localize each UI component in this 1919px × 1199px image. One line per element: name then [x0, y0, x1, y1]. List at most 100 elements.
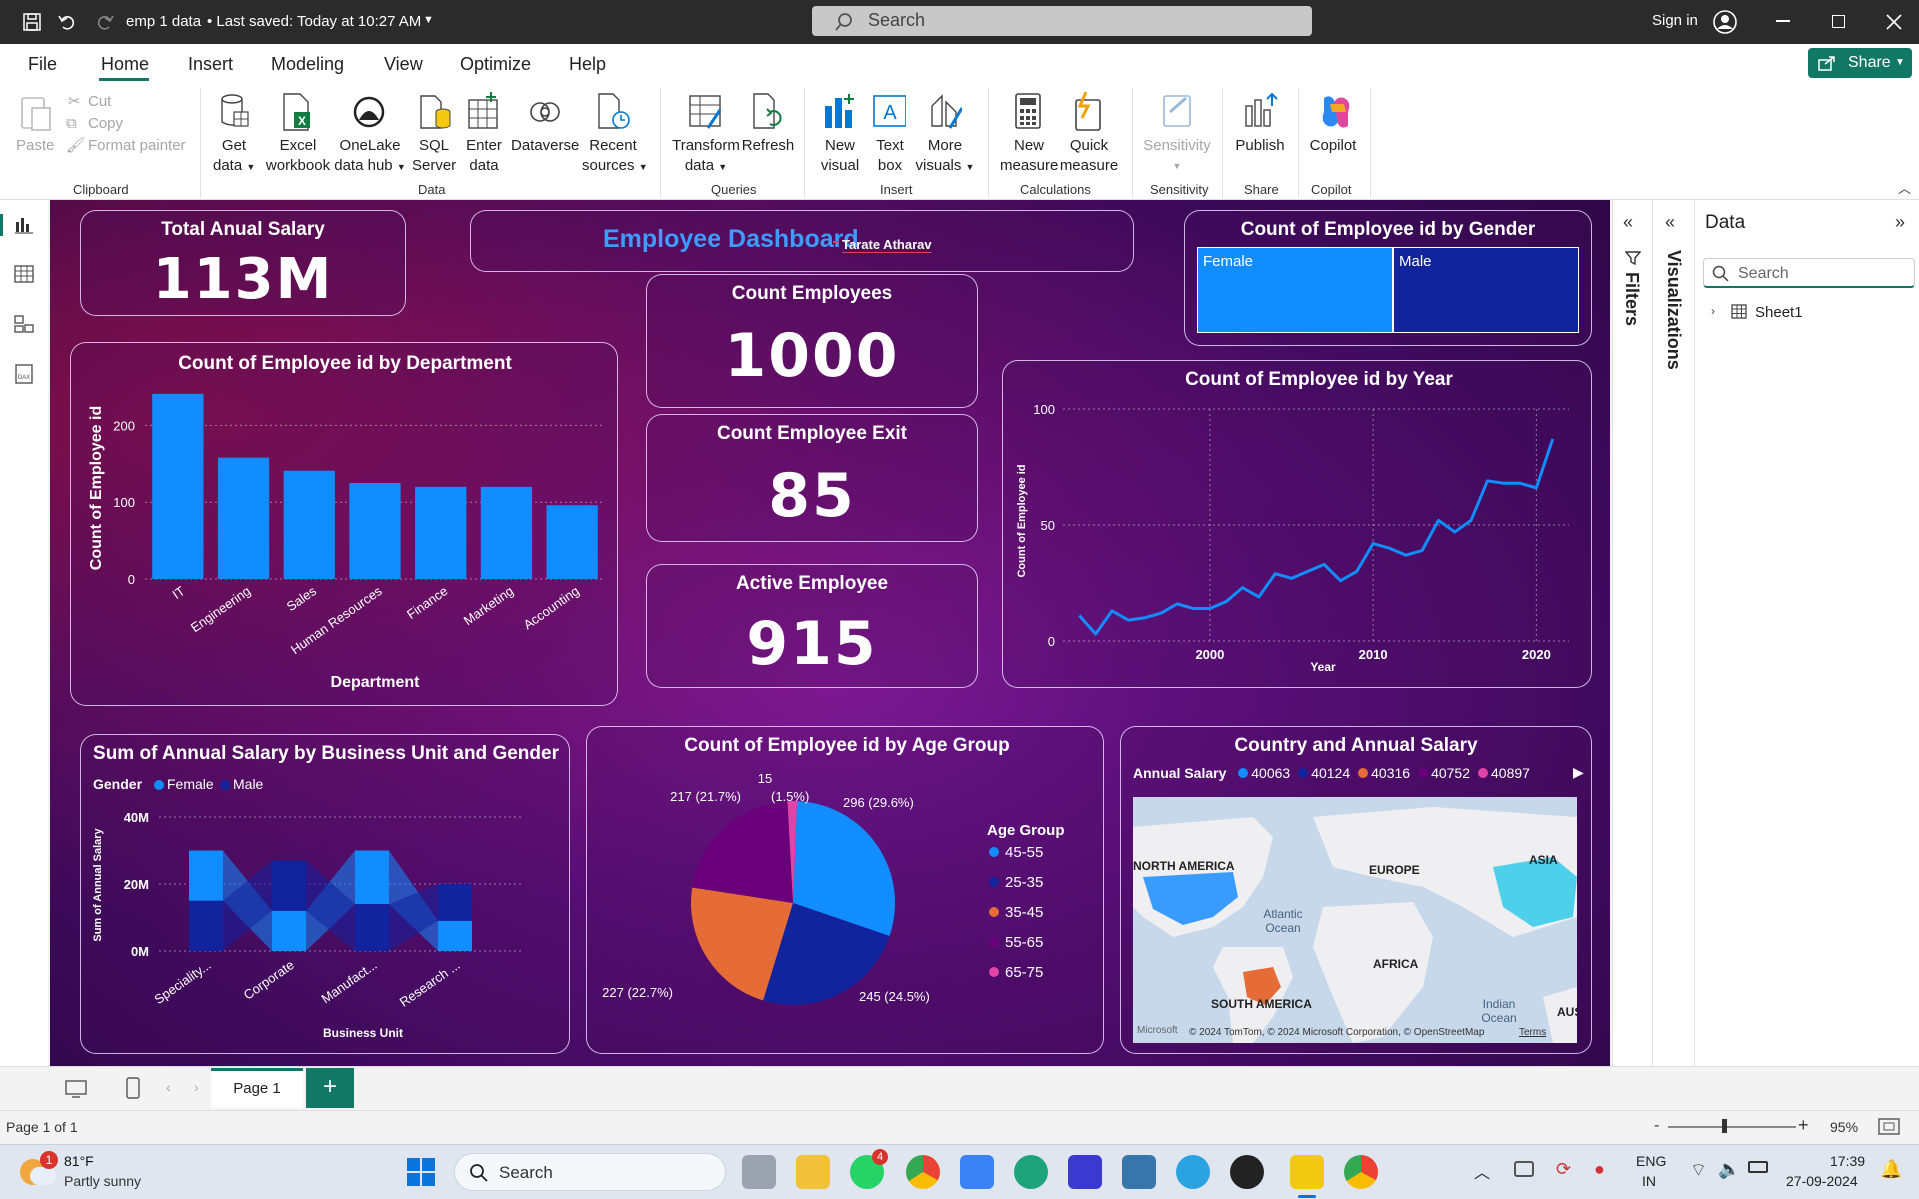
recent-sources-button[interactable]: Recent sources ▼: [582, 136, 648, 177]
tab-modeling[interactable]: Modeling: [271, 54, 344, 75]
language-secondary[interactable]: IN: [1642, 1173, 1656, 1189]
refresh-button[interactable]: Refresh: [739, 136, 797, 156]
copy-button[interactable]: Copy: [88, 114, 123, 134]
edge-icon[interactable]: [1014, 1155, 1048, 1189]
kpi-card-count-employees[interactable]: Count Employees 1000: [646, 274, 978, 408]
tab-home[interactable]: Home: [101, 54, 149, 75]
tab-view[interactable]: View: [384, 54, 423, 75]
onedrive-icon[interactable]: [1514, 1161, 1534, 1177]
age-group-chart-card[interactable]: Count of Employee id by Age Group Age Gr…: [586, 726, 1104, 1054]
new-measure-button[interactable]: New measure: [1000, 136, 1058, 176]
excel-workbook-button[interactable]: Excel workbook: [262, 136, 334, 176]
whatsapp-icon[interactable]: 4: [850, 1149, 888, 1189]
app-icon[interactable]: [1068, 1155, 1102, 1189]
windows-start-icon[interactable]: [406, 1157, 436, 1187]
table-item-sheet1[interactable]: Sheet1: [1755, 304, 1803, 321]
page-tab-1[interactable]: Page 1: [211, 1068, 303, 1108]
cut-button[interactable]: Cut: [88, 92, 111, 112]
format-painter-button[interactable]: Format painter: [88, 136, 186, 156]
legend-item[interactable]: 40897: [1491, 765, 1530, 781]
legend-item[interactable]: 40063: [1251, 765, 1290, 781]
business-unit-ribbon-chart[interactable]: Sum of Annual Salary by Business Unit an…: [81, 735, 571, 1055]
account-icon[interactable]: [1712, 9, 1738, 35]
transform-data-button[interactable]: Transform data ▼: [670, 136, 742, 177]
search-input[interactable]: Search: [812, 6, 1312, 36]
tab-file[interactable]: File: [28, 54, 57, 75]
prev-page-icon[interactable]: ‹: [166, 1079, 171, 1095]
power-bi-icon[interactable]: [1290, 1155, 1324, 1189]
tab-help[interactable]: Help: [569, 54, 606, 75]
year-chart-card[interactable]: Count of Employee id by Year Count of Em…: [1002, 360, 1592, 688]
maximize-button[interactable]: [1832, 15, 1845, 28]
chrome-icon[interactable]: [906, 1155, 940, 1189]
sensitivity-button[interactable]: Sensitivity ▼: [1142, 136, 1212, 176]
publish-button[interactable]: Publish: [1232, 136, 1288, 156]
mobile-layout-icon[interactable]: [126, 1077, 140, 1099]
chevron-up-icon[interactable]: ︿: [1474, 1159, 1490, 1183]
new-visual-button[interactable]: New visual: [817, 136, 863, 176]
get-data-button[interactable]: Get data ▼: [213, 136, 255, 177]
kpi-card-active[interactable]: Active Employee 915: [646, 564, 978, 688]
department-bar-chart[interactable]: Count of Employee id by Department Count…: [71, 343, 619, 707]
tab-insert[interactable]: Insert: [188, 54, 233, 75]
sync-icon[interactable]: ⟳: [1556, 1159, 1571, 1180]
chevron-down-icon[interactable]: ▼: [423, 14, 434, 26]
map-view[interactable]: NORTH AMERICA EUROPE ASIA Atlantic Ocean…: [1133, 797, 1577, 1043]
weather-widget[interactable]: 1: [20, 1151, 58, 1187]
dataverse-button[interactable]: Dataverse: [511, 136, 579, 156]
legend-male[interactable]: Male: [233, 776, 264, 792]
zoom-slider-thumb[interactable]: [1722, 1119, 1727, 1133]
volume-icon[interactable]: 🔈: [1718, 1159, 1740, 1180]
treemap-tile-female[interactable]: Female: [1197, 247, 1393, 333]
notification-bell-icon[interactable]: 🔔: [1880, 1159, 1902, 1180]
redo-icon[interactable]: [95, 12, 115, 32]
chrome-icon[interactable]: [1344, 1155, 1378, 1189]
legend-item[interactable]: 40316: [1371, 765, 1410, 781]
onelake-button[interactable]: OneLake data hub ▼: [332, 136, 408, 177]
paste-button[interactable]: Paste: [16, 136, 54, 156]
taskbar-search[interactable]: Search: [454, 1153, 726, 1191]
legend-item[interactable]: 40752: [1431, 765, 1470, 781]
zoom-out-button[interactable]: -: [1654, 1117, 1659, 1135]
more-visuals-button[interactable]: More visuals ▼: [914, 136, 976, 177]
file-explorer-icon[interactable]: [796, 1155, 830, 1189]
python-icon[interactable]: [1122, 1155, 1156, 1189]
minimize-button[interactable]: [1776, 20, 1790, 22]
filters-label[interactable]: Filters: [1621, 272, 1642, 326]
saved-status[interactable]: • Last saved: Today at 10:27 AM: [207, 13, 421, 30]
wifi-icon[interactable]: ⌔: [1690, 1159, 1707, 1182]
task-view-icon[interactable]: [742, 1155, 776, 1189]
treemap-tile-male[interactable]: Male: [1393, 247, 1579, 333]
business-unit-chart-card[interactable]: Sum of Annual Salary by Business Unit an…: [80, 734, 570, 1054]
microphone-icon[interactable]: ●: [1594, 1159, 1605, 1180]
data-search-input[interactable]: Search: [1703, 258, 1915, 288]
chevron-right-icon[interactable]: ›: [1711, 304, 1715, 318]
telegram-icon[interactable]: [1176, 1155, 1210, 1189]
kpi-card-total-salary[interactable]: Total Anual Salary 113M: [80, 210, 406, 316]
next-page-icon[interactable]: ›: [194, 1079, 199, 1095]
close-button[interactable]: [1886, 14, 1902, 30]
store-icon[interactable]: [960, 1155, 994, 1189]
map-terms-link[interactable]: Terms: [1519, 1027, 1546, 1038]
copilot-button[interactable]: Copilot: [1304, 136, 1362, 156]
department-chart-card[interactable]: Count of Employee id by Department Count…: [70, 342, 618, 706]
model-view-icon[interactable]: [14, 314, 34, 334]
dax-query-icon[interactable]: DAX: [14, 364, 34, 384]
enter-data-button[interactable]: Enter data: [462, 136, 506, 176]
map-card[interactable]: Country and Annual Salary Annual Salary …: [1120, 726, 1592, 1054]
gender-treemap-card[interactable]: Count of Employee id by Gender Female Ma…: [1184, 210, 1592, 346]
zoom-in-button[interactable]: +: [1798, 1115, 1809, 1136]
collapse-ribbon-icon[interactable]: ︿: [1898, 178, 1911, 197]
github-icon[interactable]: [1230, 1155, 1264, 1189]
clock-date[interactable]: 27-09-2024: [1786, 1173, 1858, 1189]
zoom-slider[interactable]: [1668, 1126, 1796, 1128]
add-page-button[interactable]: +: [306, 1068, 354, 1108]
share-button[interactable]: Share ▼: [1808, 48, 1912, 78]
year-line-chart[interactable]: Count of Employee id by Year Count of Em…: [1003, 361, 1593, 689]
visualizations-label[interactable]: Visualizations: [1663, 250, 1684, 370]
expand-filters-icon[interactable]: «: [1623, 212, 1633, 233]
text-box-button[interactable]: Text box: [870, 136, 910, 176]
sign-in-link[interactable]: Sign in: [1652, 12, 1698, 29]
expand-visualizations-icon[interactable]: «: [1665, 212, 1675, 233]
legend-female[interactable]: Female: [167, 776, 214, 792]
